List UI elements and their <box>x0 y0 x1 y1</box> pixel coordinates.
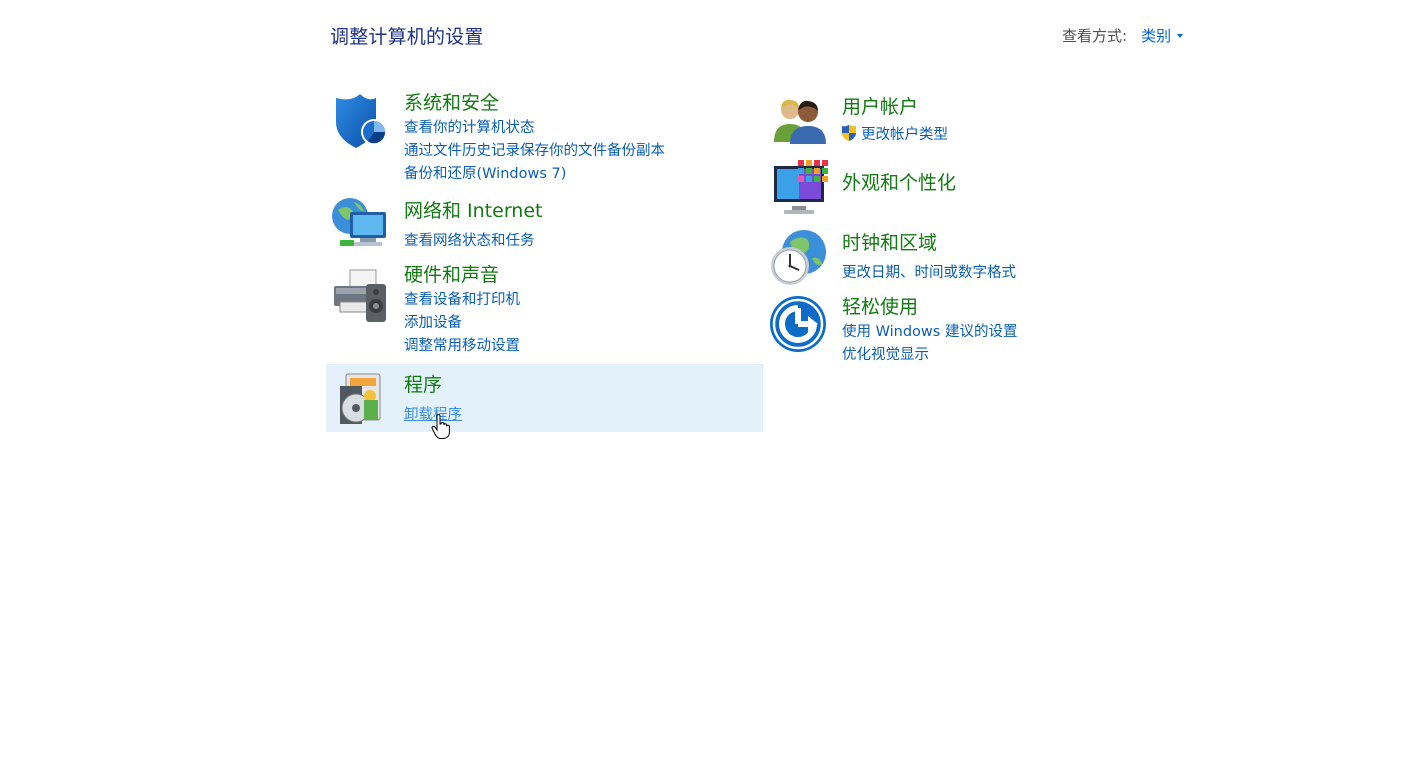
category-title-ease-access[interactable]: 轻松使用 <box>842 292 918 319</box>
users-icon[interactable] <box>770 94 830 154</box>
link-mobility-settings[interactable]: 调整常用移动设置 <box>404 334 520 355</box>
category-programs[interactable]: 程序 卸载程序 <box>326 364 763 432</box>
link-network-status[interactable]: 查看网络状态和任务 <box>404 229 535 250</box>
category-network: 网络和 Internet 查看网络状态和任务 <box>326 194 763 254</box>
chevron-down-icon <box>1177 33 1184 38</box>
link-file-history-backup[interactable]: 通过文件历史记录保存你的文件备份副本 <box>404 139 665 160</box>
view-by: 查看方式: 类别 <box>1062 25 1184 46</box>
category-user-accounts: 用户帐户 更改帐户类型 <box>766 90 1203 150</box>
category-clock-region: 时钟和区域 更改日期、时间或数字格式 <box>766 226 1203 290</box>
link-windows-recommended-settings[interactable]: 使用 Windows 建议的设置 <box>842 320 1017 341</box>
clock-globe-icon[interactable] <box>768 228 828 288</box>
category-title-appearance[interactable]: 外观和个性化 <box>842 168 956 195</box>
link-optimize-visual-display[interactable]: 优化视觉显示 <box>842 343 929 364</box>
category-ease-access: 轻松使用 使用 Windows 建议的设置 优化视觉显示 <box>766 290 1203 364</box>
category-appearance: 外观和个性化 <box>766 156 1203 218</box>
link-add-device[interactable]: 添加设备 <box>404 311 462 332</box>
category-title-clock-region[interactable]: 时钟和区域 <box>842 228 937 255</box>
view-by-dropdown[interactable]: 类别 <box>1141 25 1184 46</box>
category-title-programs[interactable]: 程序 <box>404 370 442 397</box>
link-view-computer-status[interactable]: 查看你的计算机状态 <box>404 116 535 137</box>
ease-of-access-icon[interactable] <box>768 294 828 354</box>
page-title: 调整计算机的设置 <box>330 26 484 48</box>
link-change-date-time-format[interactable]: 更改日期、时间或数字格式 <box>842 261 1016 282</box>
programs-disc-icon[interactable] <box>334 370 394 430</box>
category-title-system-security[interactable]: 系统和安全 <box>404 88 499 115</box>
printer-icon[interactable] <box>330 266 390 326</box>
network-globe-icon[interactable] <box>330 196 390 256</box>
view-by-label: 查看方式: <box>1062 27 1128 45</box>
shield-icon[interactable] <box>330 92 390 152</box>
category-title-network[interactable]: 网络和 Internet <box>404 196 542 223</box>
hand-cursor-icon <box>431 414 450 439</box>
view-by-value: 类别 <box>1141 27 1172 45</box>
monitor-colors-icon[interactable] <box>770 158 830 218</box>
category-title-user-accounts[interactable]: 用户帐户 <box>842 92 918 119</box>
category-hardware-sound: 硬件和声音 查看设备和打印机 添加设备 调整常用移动设置 <box>326 258 763 358</box>
link-change-account-type[interactable]: 更改帐户类型 <box>840 123 948 144</box>
control-panel-page: 调整计算机的设置 查看方式: 类别 系统和安全 查看你的计算机状态 通过文件历史… <box>0 0 1408 780</box>
link-change-account-type-label: 更改帐户类型 <box>861 127 948 143</box>
category-system-security: 系统和安全 查看你的计算机状态 通过文件历史记录保存你的文件备份副本 备份和还原… <box>326 86 763 186</box>
category-title-hardware-sound[interactable]: 硬件和声音 <box>404 260 499 287</box>
link-devices-printers[interactable]: 查看设备和打印机 <box>404 288 520 309</box>
link-backup-restore[interactable]: 备份和还原(Windows 7) <box>404 162 566 183</box>
uac-shield-icon <box>842 125 856 141</box>
